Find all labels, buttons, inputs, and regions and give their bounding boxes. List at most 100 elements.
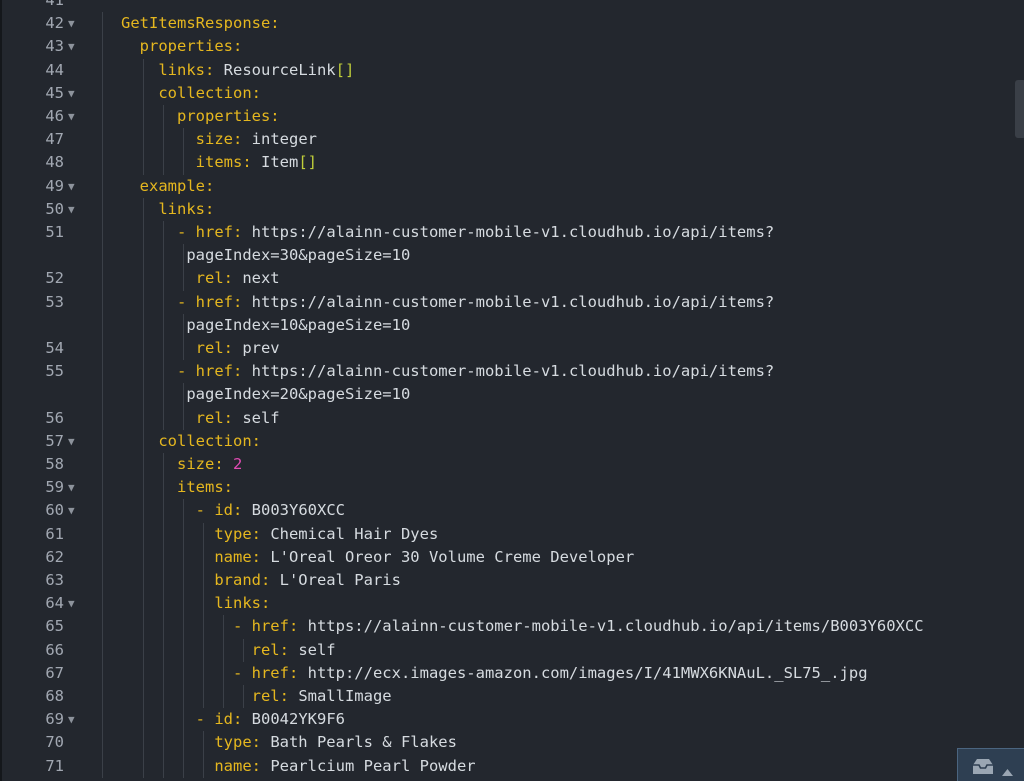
code-text[interactable]: properties: bbox=[121, 105, 280, 128]
code-line[interactable]: pageIndex=10&pageSize=10 bbox=[2, 314, 1024, 337]
line-number: 42 bbox=[45, 14, 64, 33]
line-number: 44 bbox=[45, 60, 64, 79]
fold-arrow-icon[interactable]: ▼ bbox=[68, 430, 75, 453]
line-number: 52 bbox=[45, 269, 64, 288]
fold-arrow-icon[interactable]: ▼ bbox=[68, 105, 75, 128]
code-text[interactable]: - href: http://ecx.images-amazon.com/ima… bbox=[121, 662, 868, 685]
code-line[interactable]: 51 - href: https://alainn-customer-mobil… bbox=[2, 221, 1024, 244]
code-text[interactable]: - id: B0042YK9F6 bbox=[121, 708, 345, 731]
yaml-key: rel: bbox=[121, 339, 233, 357]
code-text[interactable]: example: bbox=[121, 175, 215, 198]
yaml-key: - href: bbox=[121, 223, 243, 241]
yaml-key: - href: bbox=[121, 362, 243, 381]
code-line[interactable]: 62 name: L'Oreal Oreor 30 Volume Creme D… bbox=[2, 546, 1024, 569]
code-line[interactable]: 54 rel: prev bbox=[2, 337, 1024, 360]
indent-guide bbox=[242, 685, 244, 709]
yaml-value: integer bbox=[242, 130, 317, 149]
code-text[interactable]: rel: next bbox=[121, 267, 280, 290]
code-line[interactable]: 64 ▼ links: bbox=[2, 592, 1024, 615]
code-line[interactable]: 66 rel: self bbox=[2, 639, 1024, 662]
code-line[interactable]: 60 ▼ - id: B003Y60XCC bbox=[2, 499, 1024, 522]
code-text[interactable]: - href: https://alainn-customer-mobile-v… bbox=[121, 221, 774, 244]
yaml-punctuation: [] bbox=[335, 60, 355, 79]
code-line[interactable]: 43 ▼ properties: bbox=[2, 35, 1024, 58]
code-line[interactable]: 57 ▼ collection: bbox=[2, 430, 1024, 453]
code-line[interactable]: 45 ▼ collection: bbox=[2, 82, 1024, 105]
line-number: 41 bbox=[45, 0, 64, 9]
yaml-value: next bbox=[232, 269, 280, 288]
code-line[interactable]: 47 size: integer bbox=[2, 128, 1024, 151]
line-number: 63 bbox=[45, 571, 64, 589]
code-line[interactable]: 52 rel: next bbox=[2, 267, 1024, 290]
code-text[interactable]: name: L'Oreal Oreor 30 Volume Creme Deve… bbox=[121, 546, 634, 569]
code-text[interactable]: - id: B003Y60XCC bbox=[121, 499, 345, 522]
code-line[interactable]: 71 name: Pearlcium Pearl Powder bbox=[2, 755, 1024, 778]
yaml-value: Item bbox=[251, 153, 299, 172]
code-text[interactable]: size: 2 bbox=[121, 453, 242, 476]
code-line[interactable]: 61 type: Chemical Hair Dyes bbox=[2, 523, 1024, 546]
code-line[interactable]: 42 ▼ GetItemsResponse: bbox=[2, 12, 1024, 35]
code-line[interactable]: 58 size: 2 bbox=[2, 453, 1024, 476]
fold-arrow-icon[interactable]: ▼ bbox=[68, 476, 75, 499]
yaml-key: - id: bbox=[121, 501, 243, 520]
fold-arrow-icon[interactable]: ▼ bbox=[68, 198, 75, 221]
code-text[interactable]: links: bbox=[121, 198, 214, 221]
code-line[interactable]: 55 - href: https://alainn-customer-mobil… bbox=[2, 360, 1024, 383]
line-number: 46 bbox=[45, 107, 64, 125]
code-line[interactable]: 53 - href: https://alainn-customer-mobil… bbox=[2, 291, 1024, 314]
code-line[interactable]: 44 links: ResourceLink[] bbox=[2, 59, 1024, 82]
code-text[interactable]: items: bbox=[121, 476, 233, 499]
indent-guide bbox=[142, 197, 144, 778]
code-line[interactable]: 41 bbox=[2, 0, 1024, 12]
fold-arrow-icon[interactable]: ▼ bbox=[68, 175, 75, 198]
code-text[interactable]: items: Item[] bbox=[121, 151, 317, 174]
code-line[interactable]: 56 rel: self bbox=[2, 407, 1024, 430]
code-text[interactable]: - href: https://alainn-customer-mobile-v… bbox=[121, 615, 924, 638]
fold-arrow-icon[interactable]: ▼ bbox=[68, 592, 75, 615]
code-text[interactable]: size: integer bbox=[121, 128, 317, 151]
code-line[interactable]: 49 ▼ example: bbox=[2, 175, 1024, 198]
code-text[interactable]: rel: self bbox=[121, 639, 336, 662]
code-line[interactable]: 70 type: Bath Pearls & Flakes bbox=[2, 731, 1024, 754]
fold-arrow-icon[interactable]: ▼ bbox=[68, 82, 75, 105]
code-text[interactable]: - href: https://alainn-customer-mobile-v… bbox=[121, 360, 774, 383]
code-text[interactable]: type: Chemical Hair Dyes bbox=[121, 523, 438, 546]
fold-arrow-icon[interactable]: ▼ bbox=[68, 12, 75, 35]
code-text[interactable]: pageIndex=30&pageSize=10 bbox=[121, 244, 410, 267]
code-line[interactable]: 65 - href: https://alainn-customer-mobil… bbox=[2, 615, 1024, 638]
code-text[interactable]: - href: https://alainn-customer-mobile-v… bbox=[121, 291, 774, 314]
yaml-value: Pearlcium Pearl Powder bbox=[260, 756, 476, 775]
caret-up-icon bbox=[1002, 761, 1013, 780]
panel-toggle-button[interactable] bbox=[957, 748, 1024, 781]
code-text[interactable]: links: ResourceLink[] bbox=[121, 59, 354, 82]
yaml-value: https://alainn-customer-mobile-v1.cloudh… bbox=[242, 223, 775, 241]
indent-guide bbox=[162, 221, 164, 430]
yaml-key: - href: bbox=[121, 292, 243, 311]
code-text[interactable]: rel: prev bbox=[121, 337, 280, 360]
fold-arrow-icon[interactable]: ▼ bbox=[68, 499, 75, 522]
code-line[interactable]: 63 brand: L'Oreal Paris bbox=[2, 569, 1024, 592]
code-line[interactable]: pageIndex=30&pageSize=10 bbox=[2, 244, 1024, 267]
fold-arrow-icon[interactable]: ▼ bbox=[68, 708, 75, 731]
fold-arrow-icon[interactable]: ▼ bbox=[68, 35, 75, 58]
code-line[interactable]: pageIndex=20&pageSize=10 bbox=[2, 383, 1024, 406]
line-number: 48 bbox=[45, 153, 64, 172]
code-text[interactable]: pageIndex=20&pageSize=10 bbox=[121, 383, 410, 406]
code-text[interactable]: type: Bath Pearls & Flakes bbox=[121, 731, 457, 754]
code-text[interactable]: GetItemsResponse: bbox=[121, 12, 280, 35]
code-line[interactable]: 69 ▼ - id: B0042YK9F6 bbox=[2, 708, 1024, 731]
vertical-scrollbar-thumb[interactable] bbox=[1015, 80, 1024, 138]
code-text[interactable]: properties: bbox=[121, 35, 243, 58]
code-line[interactable]: 48 items: Item[] bbox=[2, 151, 1024, 174]
code-line[interactable]: 59 ▼ items: bbox=[2, 476, 1024, 499]
code-editor[interactable]: 41 42 ▼ GetItemsResponse: 43 ▼ properties: 44 … bbox=[0, 0, 1024, 781]
code-text[interactable]: pageIndex=10&pageSize=10 bbox=[121, 314, 410, 337]
code-text[interactable]: name: Pearlcium Pearl Powder bbox=[121, 755, 476, 778]
code-text[interactable]: rel: self bbox=[121, 407, 280, 430]
code-line[interactable]: 50 ▼ links: bbox=[2, 198, 1024, 221]
yaml-key: - href: bbox=[121, 663, 299, 682]
code-line[interactable]: 46 ▼ properties: bbox=[2, 105, 1024, 128]
code-line[interactable]: 67 - href: http://ecx.images-amazon.com/… bbox=[2, 662, 1024, 685]
code-text[interactable]: rel: SmallImage bbox=[121, 685, 392, 708]
code-line[interactable]: 68 rel: SmallImage bbox=[2, 685, 1024, 708]
